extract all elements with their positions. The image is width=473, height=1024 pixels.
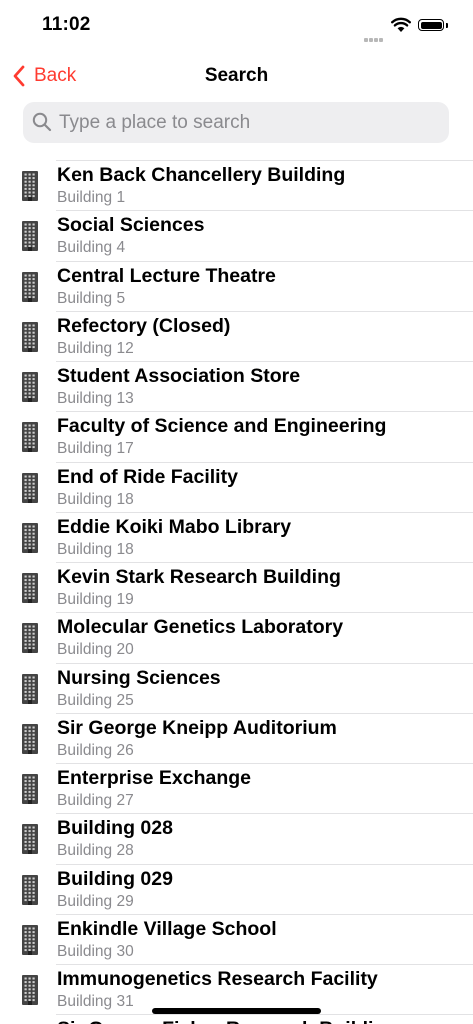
list-item[interactable]: End of Ride Facility Building 18 — [22, 461, 473, 512]
building-icon — [22, 623, 38, 654]
list-item[interactable]: Immunogenetics Research Facility Building… — [22, 964, 473, 1014]
building-icon — [22, 874, 38, 905]
list-item-title: Social Sciences — [57, 214, 205, 237]
list-item-subtitle: Building 29 — [57, 892, 134, 910]
list-item[interactable]: Student Association Store Building 13 — [22, 361, 473, 411]
list-item-subtitle: Building 20 — [57, 641, 134, 659]
list-item-subtitle: Building 5 — [57, 289, 126, 307]
building-icon — [22, 472, 38, 503]
status-time: 11:02 — [42, 14, 91, 35]
battery-icon — [418, 19, 444, 31]
building-icon — [22, 321, 38, 352]
list-item-title: Sir George Fisher Research Building — [57, 1018, 397, 1024]
search-icon — [32, 112, 52, 132]
list-item[interactable]: Enterprise Exchange Building 27 — [22, 763, 473, 813]
list-item-subtitle: Building 18 — [57, 540, 134, 558]
building-icon — [22, 221, 38, 252]
list-item-subtitle: Building 17 — [57, 440, 134, 458]
list-item-title: Nursing Sciences — [57, 666, 221, 689]
search-field[interactable] — [23, 102, 449, 143]
list-item[interactable]: Building 028 Building 28 — [22, 813, 473, 863]
list-item[interactable]: Molecular Genetics Laboratory Building 20 — [22, 612, 473, 662]
list-item-subtitle: Building 18 — [57, 490, 134, 508]
home-indicator — [152, 1008, 321, 1014]
list-item[interactable]: Kevin Stark Research Building Building 19 — [22, 562, 473, 612]
status-bar: 11:02 — [0, 0, 473, 52]
list-item-title: Immunogenetics Research Facility — [57, 968, 378, 990]
list-item-title: Student Association Store — [57, 365, 301, 387]
list-item-title: Building 029 — [57, 867, 173, 890]
battery-tip — [446, 23, 448, 28]
list-item-subtitle: Building 28 — [57, 842, 134, 860]
list-item-subtitle: Building 4 — [57, 239, 126, 257]
screen: 11:02 Back Search Ken Back Chancellery B… — [0, 0, 473, 1024]
list-item-title: Faculty of Science and Engineering — [57, 415, 387, 438]
building-icon — [22, 975, 38, 1005]
building-icon — [22, 171, 38, 201]
wifi-icon — [391, 17, 411, 32]
list-item[interactable]: Enkindle Village School Building 30 — [22, 913, 473, 964]
list-item[interactable]: Building 029 Building 29 — [22, 863, 473, 914]
building-icon — [22, 271, 38, 302]
building-icon — [22, 422, 38, 453]
list-item-title: Sir George Kneipp Auditorium — [57, 716, 337, 739]
navigation-bar: Back Search — [0, 52, 473, 100]
building-icon — [22, 774, 38, 804]
list-item-title: Eddie Koiki Mabo Library — [57, 515, 292, 538]
list-item-title: Building 028 — [57, 817, 173, 840]
list-item[interactable]: Refectory (Closed) Building 12 — [22, 310, 473, 361]
list-item-subtitle: Building 1 — [57, 189, 126, 206]
building-icon — [22, 573, 38, 603]
list-item-subtitle: Building 27 — [57, 792, 134, 809]
list-item-title: Enterprise Exchange — [57, 767, 251, 789]
building-icon — [22, 673, 38, 704]
building-icon — [22, 824, 38, 855]
list-item[interactable]: Eddie Koiki Mabo Library Building 18 — [22, 511, 473, 562]
list-item[interactable]: Ken Back Chancellery Building Building 1 — [22, 160, 473, 210]
list-item-title: Molecular Genetics Laboratory — [57, 616, 344, 639]
cellular-signal-icon — [364, 29, 386, 42]
list-item-subtitle: Building 25 — [57, 691, 134, 709]
list-item-subtitle: Building 13 — [57, 390, 134, 407]
list-item-title: Central Lecture Theatre — [57, 264, 276, 287]
page-title: Search — [204, 65, 269, 86]
list-item-subtitle: Building 30 — [57, 942, 134, 960]
search-input[interactable] — [59, 102, 439, 143]
building-icon — [22, 924, 38, 955]
list-item-title: Kevin Stark Research Building — [57, 566, 341, 588]
list-item[interactable]: Faculty of Science and Engineering Buildi… — [22, 411, 473, 461]
list-item[interactable]: Central Lecture Theatre Building 5 — [22, 260, 473, 311]
list-item-title: Enkindle Village School — [57, 917, 277, 940]
list-item[interactable]: Social Sciences Building 4 — [22, 210, 473, 260]
list-item-subtitle: Building 26 — [57, 741, 134, 759]
building-icon — [22, 522, 38, 553]
list-item-subtitle: Building 12 — [57, 339, 134, 357]
building-icon — [22, 372, 38, 402]
list-item-title: End of Ride Facility — [57, 465, 238, 488]
list-item-subtitle: Building 31 — [57, 993, 134, 1010]
list-item[interactable]: Nursing Sciences Building 25 — [22, 662, 473, 713]
list-item[interactable]: Sir George Kneipp Auditorium Building 26 — [22, 712, 473, 763]
list-item-subtitle: Building 19 — [57, 591, 134, 608]
results-list: Ken Back Chancellery Building Building 1 S… — [0, 160, 473, 1024]
building-icon — [22, 723, 38, 754]
list-item[interactable]: Sir George Fisher Research Building — [56, 1014, 473, 1024]
list-item-title: Refectory (Closed) — [57, 314, 231, 337]
list-item-title: Ken Back Chancellery Building — [57, 164, 346, 186]
